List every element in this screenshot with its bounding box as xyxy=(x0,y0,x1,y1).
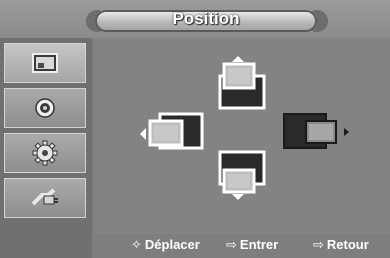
sidebar-item-setup[interactable] xyxy=(4,133,86,173)
hint-back: ⇨ Retour xyxy=(313,237,369,253)
setup-gear-icon xyxy=(32,140,58,166)
right-arrow-icon xyxy=(344,128,349,136)
position-controls xyxy=(140,56,349,200)
return-icon: ⇨ xyxy=(313,237,324,252)
move-up-button[interactable] xyxy=(218,56,266,110)
hint-enter-label: Entrer xyxy=(239,237,279,252)
hint-enter: ⇨ Entrer xyxy=(226,237,278,253)
input-plug-icon xyxy=(31,188,58,206)
hint-move: ✧ Déplacer xyxy=(131,237,200,253)
sidebar xyxy=(0,38,92,258)
move-icon: ✧ xyxy=(131,237,142,252)
enter-icon: ⇨ xyxy=(226,237,237,252)
move-left-button[interactable] xyxy=(140,112,204,150)
hint-move-label: Déplacer xyxy=(144,237,200,252)
left-arrow-icon xyxy=(140,128,146,140)
sidebar-item-picture[interactable] xyxy=(4,43,86,83)
down-arrow-icon xyxy=(232,194,244,200)
osd-screen: Position ✧ Déplacer ⇨ Entrer ⇨ Retour xyxy=(0,0,390,258)
move-right-button[interactable] xyxy=(283,113,349,149)
move-down-button[interactable] xyxy=(218,150,266,200)
picture-icon xyxy=(32,53,58,73)
hint-back-label: Retour xyxy=(326,237,369,252)
sidebar-item-input[interactable] xyxy=(4,178,86,218)
title-pill: Position xyxy=(95,9,317,32)
title-bar: Position xyxy=(0,0,390,38)
sound-icon xyxy=(35,98,55,118)
sidebar-item-sound[interactable] xyxy=(4,88,86,128)
up-arrow-icon xyxy=(232,56,244,62)
page-title: Position xyxy=(172,9,240,28)
